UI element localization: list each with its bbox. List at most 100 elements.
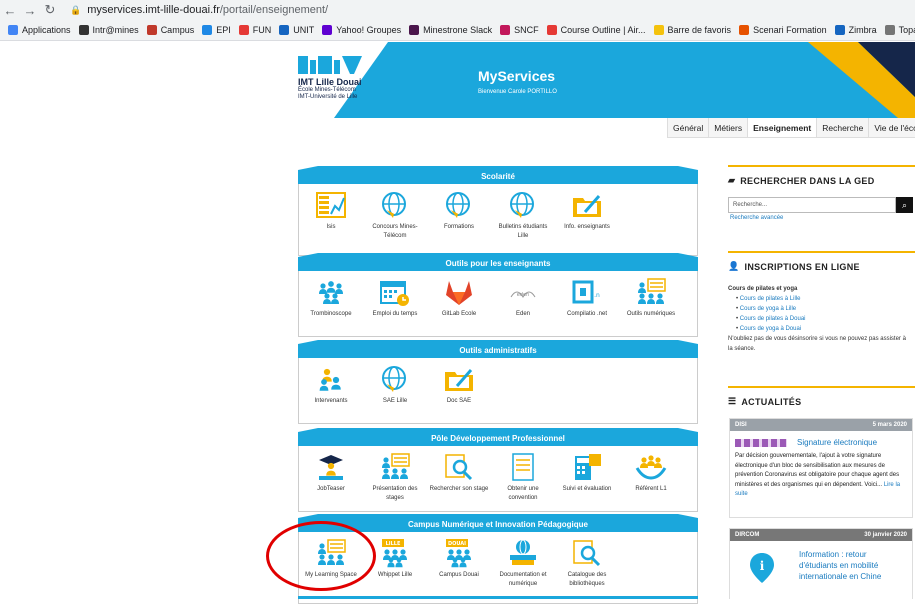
service-tile[interactable]: Concours Mines-Télécom <box>363 190 427 255</box>
bookmark-label: Campus <box>160 25 195 35</box>
forward-icon[interactable]: → <box>20 0 40 20</box>
bookmark-item[interactable]: Zimbra <box>834 25 877 35</box>
service-tile[interactable]: eden Eden <box>491 277 555 336</box>
folder-pen-icon <box>573 195 601 217</box>
tile-label: Doc SAE <box>446 398 472 404</box>
service-tile[interactable]: GitLab Ecole <box>427 277 491 336</box>
service-tile[interactable]: Rechercher son stage <box>427 452 491 511</box>
bookmark-icon <box>202 25 213 35</box>
lock-icon[interactable]: 🔒 <box>70 5 81 16</box>
service-tile[interactable]: Formations <box>427 190 491 255</box>
bookmark-item[interactable]: Course Outline | Air... <box>546 25 646 35</box>
news-excerpt: Par décision gouvernementale, l'ajout à … <box>730 448 912 504</box>
news-date: 30 janvier 2020 <box>864 532 907 538</box>
eden-logo-icon: eden <box>510 291 536 298</box>
bookmark-item[interactable]: Applications <box>8 25 71 35</box>
nav-tab[interactable]: Vie de l'école <box>868 118 915 137</box>
bookmark-item[interactable]: Minestrone Slack <box>409 25 492 35</box>
service-tile[interactable]: JobTeaser <box>299 452 363 511</box>
ged-panel: ▰ RECHERCHER DANS LA GED <box>728 165 915 186</box>
service-tile[interactable]: DOUAI Campus Douai <box>427 538 491 603</box>
tile-label: JobTeaser <box>317 486 345 492</box>
imt-logo[interactable]: IMT Lille Douai École Mines-Télécom IMT-… <box>298 56 388 101</box>
news-item[interactable]: DIRCOM 30 janvier 2020 i Information : r… <box>729 528 913 599</box>
bookmark-icon <box>8 25 18 35</box>
bookmark-icon <box>653 25 664 35</box>
service-tile[interactable]: Obtenir une convention <box>491 452 555 511</box>
service-tile[interactable]: Suivi et évaluation <box>555 452 619 511</box>
graduate-icon <box>319 455 343 480</box>
svg-text:eden: eden <box>517 292 530 298</box>
bookmark-item[interactable]: Intr@mines <box>78 25 139 35</box>
service-tile[interactable]: Catalogue des bibliothèques <box>555 538 619 603</box>
tile-label: Formations <box>443 224 474 230</box>
service-section: Scolarité Isis Concours Mines-Télécom Forma… <box>298 170 698 256</box>
bookmarks-bar: Applications Intr@mines Campus EPI FUN UNIT Ya… <box>0 20 915 40</box>
service-tile[interactable]: Info. enseignants <box>555 190 619 255</box>
back-icon[interactable]: ← <box>0 0 20 20</box>
service-tile[interactable]: Documentation et numérique <box>491 538 555 603</box>
course-link[interactable]: Cours de yoga à Douai <box>740 326 801 332</box>
nav-tab[interactable]: Métiers <box>708 118 747 137</box>
bookmark-item[interactable]: Topaze <box>884 25 915 35</box>
tile-label: Rechercher son stage <box>429 486 489 492</box>
bookmark-item[interactable]: Scenari Formation <box>739 25 827 35</box>
course-link[interactable]: Cours de pilates à Douai <box>740 316 806 322</box>
bookmark-item[interactable]: SNCF <box>500 25 539 35</box>
service-tile[interactable]: SAE Lille <box>363 364 427 423</box>
news-title[interactable]: Information : retour d'étudiants en mobi… <box>799 549 907 582</box>
course-link[interactable]: Cours de yoga à Lille <box>740 306 796 312</box>
bookmark-item[interactable]: UNIT <box>279 25 314 35</box>
douai-people-icon: DOUAI <box>446 539 471 568</box>
bookmark-label: Scenari Formation <box>753 25 827 35</box>
news-date: 5 mars 2020 <box>872 422 907 428</box>
bookmark-item[interactable]: FUN <box>238 25 271 35</box>
svg-text:LILLE: LILLE <box>386 541 401 547</box>
bookmark-item[interactable]: Barre de favoris <box>653 25 731 35</box>
service-tile[interactable]: Présentation des stages <box>363 452 427 511</box>
service-tile[interactable]: Bulletins étudiants Lille <box>491 190 555 255</box>
actualites-title: ACTUALITÉS <box>741 396 802 407</box>
service-tile[interactable]: .n Compilatio .net <box>555 277 619 336</box>
tile-label: Obtenir une convention <box>507 486 539 501</box>
search-button[interactable]: ⌕ <box>896 197 913 213</box>
service-section: Outils administratifs Intervenants SAE Lil… <box>298 344 698 424</box>
inscriptions-note: N'oubliez pas de vous désinsorire si vou… <box>728 336 906 352</box>
bookmark-icon <box>146 25 157 35</box>
reload-icon[interactable]: ↻ <box>40 0 60 20</box>
advanced-search-link[interactable]: Recherche avancée <box>730 215 783 221</box>
course-list: Cours de pilates à Lille Cours de yoga à … <box>736 294 915 334</box>
service-tile[interactable]: Intervenants <box>299 364 363 423</box>
bookmark-item[interactable]: EPI <box>202 25 231 35</box>
tile-label: Trombinoscope <box>310 311 352 317</box>
news-title[interactable]: Signature électronique <box>797 437 877 448</box>
bookmark-icon <box>834 25 845 35</box>
bookmark-label: SNCF <box>514 25 539 35</box>
service-tile[interactable]: Isis <box>299 190 363 255</box>
red-highlight-circle <box>266 521 376 591</box>
nav-tab[interactable]: Recherche <box>816 118 868 137</box>
tile-label: Emploi du temps <box>372 311 418 317</box>
people-board-icon <box>382 453 410 479</box>
bookmark-item[interactable]: Campus <box>146 25 195 35</box>
bookmark-icon <box>409 25 420 35</box>
service-tile[interactable]: Trombinoscope <box>299 277 363 336</box>
actualites-panel: ☰ ACTUALITÉS <box>728 386 915 407</box>
ged-search-input[interactable]: Recherche... <box>728 197 896 213</box>
course-link[interactable]: Cours de pilates à Lille <box>740 296 801 302</box>
ged-title: RECHERCHER DANS LA GED <box>740 175 875 186</box>
news-item[interactable]: DISI 5 mars 2020 Signature électronique … <box>729 418 913 518</box>
service-tile[interactable]: Emploi du temps <box>363 277 427 336</box>
svg-text:.n: .n <box>594 292 600 299</box>
nav-tab[interactable]: Général <box>667 118 708 137</box>
address-bar[interactable]: myservices.imt-lille-douai.fr/portail/en… <box>87 4 328 16</box>
service-tile[interactable]: Doc SAE <box>427 364 491 423</box>
bookmark-item[interactable]: Yahoo! Groupes <box>322 25 401 35</box>
nav-tab[interactable]: Enseignement <box>747 118 817 137</box>
bookmark-label: Intr@mines <box>92 25 139 35</box>
bookmark-icon <box>739 25 750 35</box>
bookmark-icon <box>546 25 557 35</box>
service-tile[interactable]: Référent L1 <box>619 452 683 511</box>
bookmark-icon <box>78 25 89 35</box>
service-tile[interactable]: Outils numériques <box>619 277 683 336</box>
